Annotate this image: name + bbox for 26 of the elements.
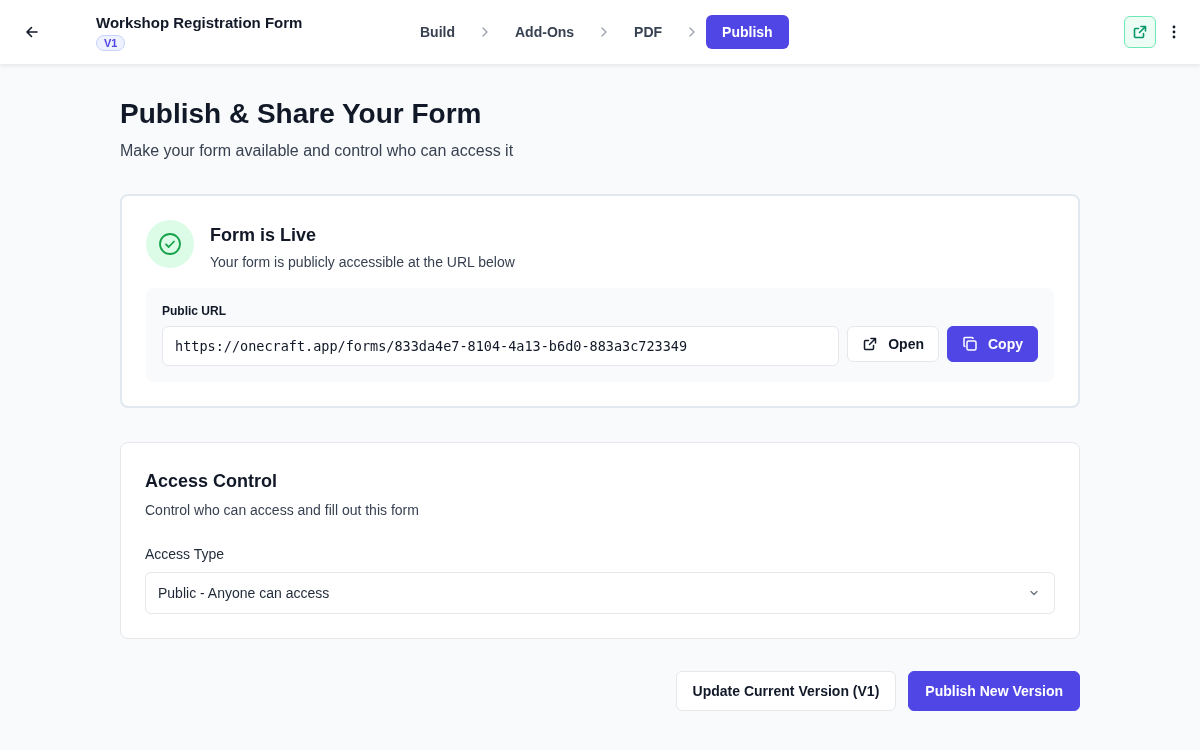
form-title: Workshop Registration Form: [96, 13, 303, 31]
chevron-icon: [688, 26, 697, 38]
url-field[interactable]: https://onecraft.app/forms/833da4e7-8104-4a13-b6d0-883a3c723349: [162, 326, 840, 366]
chevron-icon: [481, 26, 489, 38]
section-description: Control who can access and fill out this form: [145, 502, 420, 518]
status-description: Your form is publicly accessible at the URL below: [210, 254, 515, 270]
step-tab[interactable]: Publish: [706, 15, 789, 49]
copy-button[interactable]: Copy: [947, 326, 1038, 362]
update-button[interactable]: Update Current Version (V1): [675, 671, 897, 711]
step-tab[interactable]: PDF: [618, 15, 679, 49]
publish-button[interactable]: Publish New Version: [908, 671, 1080, 711]
external-link-icon: [862, 336, 879, 352]
step-tab[interactable]: Build: [404, 15, 471, 49]
field-label: Access Type: [145, 546, 226, 562]
external-link-icon[interactable]: [1124, 16, 1156, 48]
copy-icon: [962, 336, 978, 352]
chevron-icon: [600, 26, 609, 38]
version-badge: V1: [96, 34, 126, 51]
status-title: Form is Live: [210, 225, 318, 246]
access-type-dropdown[interactable]: Public - Anyone can access: [145, 572, 1055, 614]
section-title: Access Control: [145, 471, 279, 492]
step-tab[interactable]: Add-Ons: [499, 15, 591, 49]
field-label: Public URL: [162, 304, 227, 318]
open-button[interactable]: Open: [847, 326, 939, 362]
page-title: Publish & Share Your Form: [120, 98, 483, 130]
page-subtitle: Make your form available and control who can access it: [120, 142, 515, 160]
